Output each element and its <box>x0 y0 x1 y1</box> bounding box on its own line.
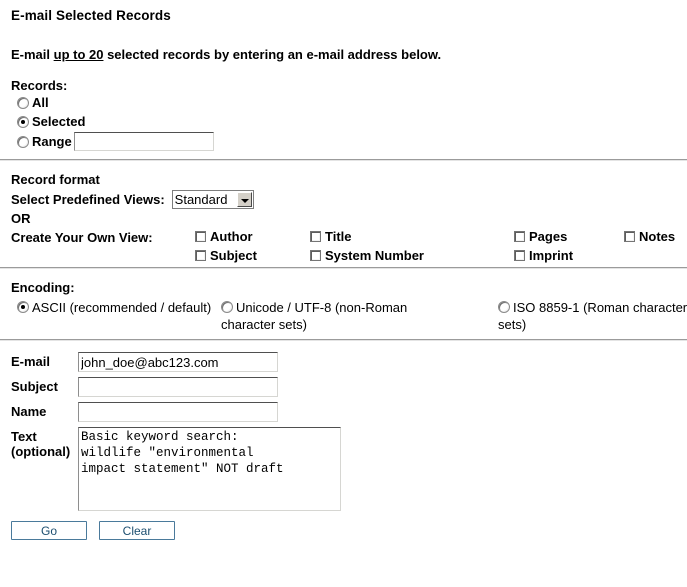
button-bar: Go Clear <box>11 521 679 540</box>
checkbox-title[interactable]: Title <box>310 229 352 244</box>
radio-selected-label: Selected <box>32 114 86 129</box>
checkbox-pages[interactable]: Pages <box>514 229 567 244</box>
radio-selected-icon[interactable] <box>17 115 29 128</box>
radio-iso-icon[interactable] <box>498 301 510 313</box>
checkbox-author[interactable]: Author <box>195 229 253 244</box>
separator-after-record-format <box>0 267 687 269</box>
page-title: E-mail Selected Records <box>11 8 171 23</box>
predefined-views-select[interactable]: Standard <box>171 190 254 209</box>
encoding-ascii-label: ASCII (recommended / default) <box>32 300 212 315</box>
separator-after-records <box>0 159 687 161</box>
go-button[interactable]: Go <box>11 521 87 540</box>
checkbox-system-number-label: System Number <box>325 248 424 263</box>
checkbox-title-label: Title <box>325 229 352 244</box>
email-selected-records-page: E-mail Selected Records E-mail up to 20 … <box>0 8 687 587</box>
name-row: Name <box>11 402 679 422</box>
radio-all-icon[interactable] <box>17 96 29 109</box>
encoding-option-ascii[interactable]: ASCII (recommended / default) <box>17 299 212 316</box>
name-input[interactable] <box>78 402 278 422</box>
radio-option-all[interactable]: All <box>17 93 679 112</box>
checkbox-notes-icon[interactable] <box>624 231 635 242</box>
record-format-section: Record format Select Predefined Views: S… <box>11 172 679 267</box>
encoding-options: ASCII (recommended / default) Unicode / … <box>11 299 687 339</box>
checkbox-system-number[interactable]: System Number <box>310 248 424 263</box>
radio-all-label: All <box>32 95 49 110</box>
encoding-iso-label: ISO 8859-1 (Roman character sets) <box>498 300 687 332</box>
intro-suffix: selected records by entering an e-mail a… <box>103 47 442 62</box>
checkbox-imprint-label: Imprint <box>529 248 574 263</box>
record-format-heading: Record format <box>11 172 100 187</box>
predefined-views-row: Select Predefined Views: Standard <box>11 190 679 209</box>
checkbox-notes[interactable]: Notes <box>624 229 675 244</box>
checkbox-imprint-icon[interactable] <box>514 250 525 261</box>
encoding-label: Encoding: <box>11 280 75 295</box>
name-label: Name <box>11 404 47 419</box>
email-form: E-mail Subject Name Text (optional) Go C… <box>11 352 679 540</box>
checkbox-pages-label: Pages <box>529 229 568 244</box>
email-row: E-mail <box>11 352 679 372</box>
predefined-views-label: Select Predefined Views: <box>11 192 165 207</box>
range-input[interactable] <box>73 132 214 151</box>
checkbox-imprint[interactable]: Imprint <box>514 248 573 263</box>
checkbox-title-icon[interactable] <box>310 231 321 242</box>
checkbox-pages-icon[interactable] <box>514 231 525 242</box>
records-label: Records: <box>11 78 68 93</box>
encoding-option-unicode[interactable]: Unicode / UTF-8 (non-Roman character set… <box>221 299 416 333</box>
radio-unicode-icon[interactable] <box>221 301 233 313</box>
subject-input[interactable] <box>78 377 278 397</box>
separator-after-encoding <box>0 339 687 341</box>
checkbox-subject-label: Subject <box>210 248 257 263</box>
radio-option-selected[interactable]: Selected <box>17 112 679 131</box>
create-your-own-view-row: Create Your Own View: Author Title Pages… <box>11 229 679 267</box>
text-label-line2: (optional) <box>11 444 71 459</box>
predefined-views-select-wrap[interactable]: Standard <box>165 190 254 209</box>
up-to-20-link[interactable]: up to 20 <box>54 47 104 62</box>
clear-button[interactable]: Clear <box>99 521 175 540</box>
checkbox-subject[interactable]: Subject <box>195 248 257 263</box>
text-label-line1: Text <box>11 429 37 444</box>
text-label: Text (optional) <box>11 427 78 459</box>
checkbox-author-label: Author <box>210 229 253 244</box>
encoding-unicode-label: Unicode / UTF-8 (non-Roman character set… <box>221 300 408 332</box>
radio-range-label: Range <box>32 134 72 149</box>
radio-ascii-icon[interactable] <box>17 301 29 313</box>
intro-prefix: E-mail <box>11 47 54 62</box>
email-label: E-mail <box>11 354 51 369</box>
create-your-own-view-label: Create Your Own View: <box>11 230 153 245</box>
records-section: Records: All Selected Range <box>11 78 679 151</box>
subject-row: Subject <box>11 377 679 397</box>
intro-text: E-mail up to 20 selected records by ente… <box>11 47 687 62</box>
encoding-section: Encoding: ASCII (recommended / default) … <box>11 280 687 339</box>
radio-range-icon[interactable] <box>17 135 29 148</box>
subject-label: Subject <box>11 379 58 394</box>
text-row: Text (optional) <box>11 427 679 511</box>
checkbox-notes-label: Notes <box>639 229 676 244</box>
checkbox-author-icon[interactable] <box>195 231 206 242</box>
text-textarea[interactable] <box>78 427 341 511</box>
checkbox-system-number-icon[interactable] <box>310 250 321 261</box>
radio-option-range[interactable]: Range <box>17 132 679 151</box>
or-text: OR <box>11 211 31 226</box>
email-input[interactable] <box>78 352 278 372</box>
encoding-option-iso[interactable]: ISO 8859-1 (Roman character sets) <box>498 299 687 333</box>
checkbox-subject-icon[interactable] <box>195 250 206 261</box>
